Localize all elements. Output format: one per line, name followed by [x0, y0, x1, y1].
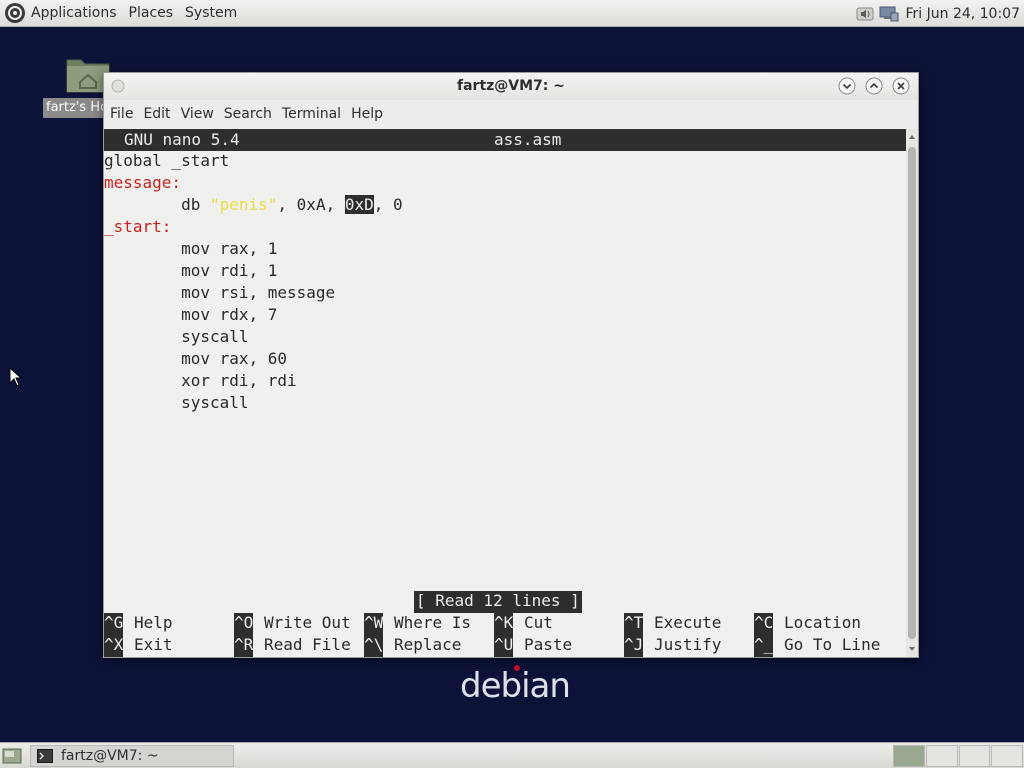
shortcut-paste: Paste — [524, 635, 573, 654]
bottom-panel: fartz@VM7: ~ — [0, 742, 1024, 768]
code-line-1: global _start — [104, 151, 230, 170]
shortcut-key: ^G — [104, 613, 124, 635]
system-menu[interactable]: System — [185, 5, 237, 21]
speaker-icon[interactable] — [855, 5, 875, 23]
window-titlebar[interactable]: fartz@VM7: ~ — [104, 73, 918, 100]
code-line-12: syscall — [104, 393, 249, 412]
network-icon[interactable] — [879, 5, 899, 23]
nano-status-message: [ Read 12 lines ] — [414, 591, 582, 613]
menu-file[interactable]: File — [110, 106, 133, 122]
code-line-8: mov rdx, 7 — [104, 305, 278, 324]
window-title: fartz@VM7: ~ — [457, 78, 565, 94]
menu-view[interactable]: View — [181, 106, 214, 122]
shortcut-write-out: Write Out — [264, 613, 351, 632]
shortcut-key: ^J — [624, 635, 644, 657]
menu-edit[interactable]: Edit — [143, 106, 170, 122]
code-line-10: mov rax, 60 — [104, 349, 288, 368]
code-line-11: xor rdi, rdi — [104, 371, 297, 390]
terminal-window: fartz@VM7: ~ File Edit View Search Termi… — [103, 72, 919, 658]
taskbar-window-label: fartz@VM7: ~ — [61, 748, 159, 764]
workspace-switcher — [893, 745, 1024, 767]
mouse-pointer-icon — [9, 367, 23, 387]
shortcut-key: ^U — [494, 635, 514, 657]
code-line-6: mov rdi, 1 — [104, 261, 278, 280]
clock[interactable]: Fri Jun 24, 10:07 — [905, 6, 1020, 22]
scroll-down-icon[interactable] — [908, 645, 916, 653]
code-line-5: mov rax, 1 — [104, 239, 278, 258]
nano-header: GNU nano 5.4 ass.asm — [104, 129, 906, 151]
code-text: , 0xA, — [277, 195, 345, 214]
nano-version: GNU nano 5.4 — [124, 130, 240, 149]
code-line-4: _start: — [104, 217, 172, 236]
minimize-icon[interactable] — [838, 77, 856, 95]
taskbar-terminal-button[interactable]: fartz@VM7: ~ — [30, 745, 234, 767]
shortcut-location: Location — [784, 613, 862, 632]
menu-search[interactable]: Search — [224, 106, 272, 122]
top-panel: Applications Places System Fri Jun 24, 1… — [0, 0, 1024, 27]
debian-swirl-mark-icon — [514, 665, 520, 671]
shortcut-replace: Replace — [394, 635, 462, 654]
shortcut-read-file: Read File — [264, 635, 351, 654]
shortcut-go-to-line: Go To Line — [784, 635, 881, 654]
workspace-4[interactable] — [991, 745, 1023, 767]
shortcut-key: ^T — [624, 613, 644, 635]
shortcut-key: ^K — [494, 613, 514, 635]
terminal-area[interactable]: GNU nano 5.4 ass.asm global _start messa… — [104, 129, 906, 657]
shortcut-cut: Cut — [524, 613, 553, 632]
nano-filename: ass.asm — [494, 130, 562, 149]
debian-swirl-icon[interactable] — [4, 2, 26, 24]
debian-wordmark: debian — [460, 666, 571, 706]
places-menu[interactable]: Places — [129, 5, 174, 21]
terminal-icon — [37, 749, 53, 763]
show-desktop-icon[interactable] — [2, 748, 22, 764]
code-line-2: message: — [104, 173, 182, 192]
shortcut-key: ^W — [364, 613, 384, 635]
panel-tray: Fri Jun 24, 10:07 — [855, 0, 1024, 27]
workspace-2[interactable] — [925, 745, 958, 767]
window-menubar: File Edit View Search Terminal Help — [104, 100, 918, 128]
shortcut-key: ^X — [104, 635, 124, 657]
scrollbar-thumb[interactable] — [908, 147, 916, 639]
shortcut-key: ^_ — [754, 635, 774, 657]
code-text: , 0 — [373, 195, 403, 214]
workspace-3[interactable] — [958, 745, 991, 767]
shortcut-key: ^\ — [364, 635, 384, 657]
code-text: db — [104, 195, 210, 214]
shortcut-key: ^R — [234, 635, 254, 657]
menu-help[interactable]: Help — [351, 106, 383, 122]
shortcut-key: ^O — [234, 613, 254, 635]
shortcut-exit: Exit — [134, 635, 173, 654]
terminal-scrollbar[interactable] — [906, 129, 918, 657]
shortcut-justify: Justify — [654, 635, 722, 654]
maximize-icon[interactable] — [865, 77, 883, 95]
code-line-3: db "penis", 0xA, 0xD, 0 — [104, 195, 403, 217]
shortcut-help: Help — [134, 613, 173, 632]
text-cursor-highlight: 0xD — [344, 195, 374, 214]
string-literal: "penis" — [209, 195, 278, 214]
menu-terminal[interactable]: Terminal — [282, 106, 341, 122]
shortcut-key: ^C — [754, 613, 774, 635]
shortcut-execute: Execute — [654, 613, 722, 632]
applications-menu[interactable]: Applications — [31, 5, 117, 21]
code-line-9: syscall — [104, 327, 249, 346]
code-line-7: mov rsi, message — [104, 283, 336, 302]
home-folder-label: fartz's Home — [43, 98, 103, 118]
close-icon[interactable] — [892, 77, 910, 95]
shortcut-where-is: Where Is — [394, 613, 472, 632]
scroll-up-icon[interactable] — [908, 133, 916, 141]
workspace-1[interactable] — [893, 745, 925, 767]
